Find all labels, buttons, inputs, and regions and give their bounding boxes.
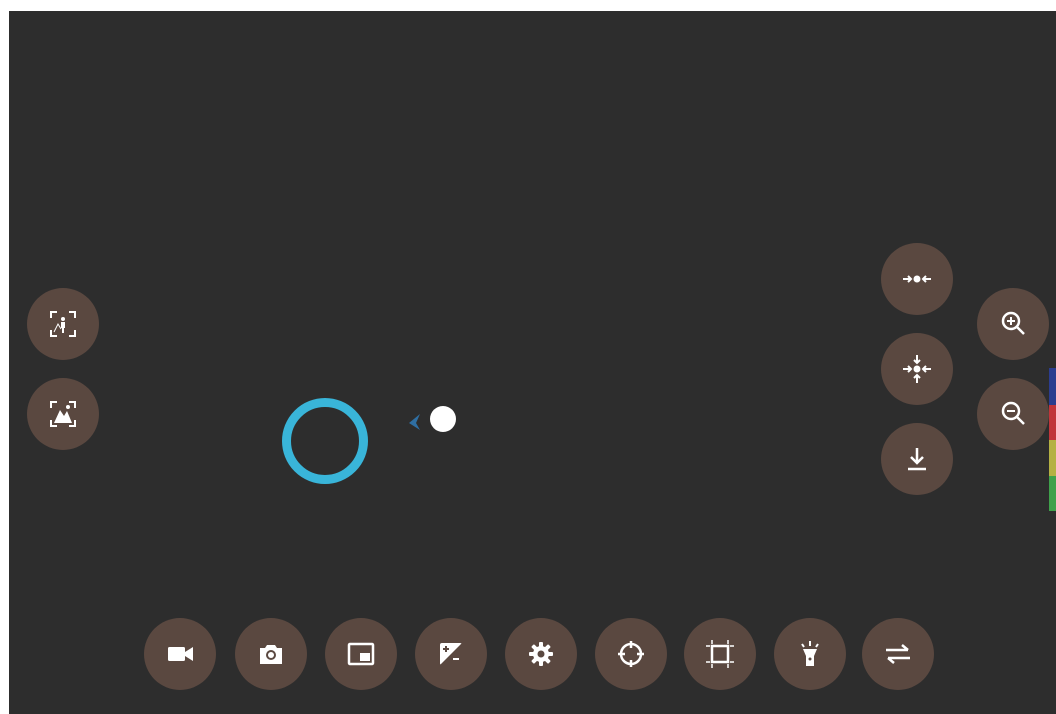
focus-all-button[interactable] bbox=[881, 333, 953, 405]
crop-frame-icon bbox=[706, 640, 734, 668]
focus-center-icon bbox=[903, 275, 931, 283]
settings-gear-icon bbox=[529, 642, 553, 666]
focus-center-button[interactable] bbox=[881, 243, 953, 315]
download-icon bbox=[908, 448, 926, 471]
swap-arrows-icon bbox=[886, 644, 910, 664]
video-camera-icon bbox=[168, 647, 193, 661]
color-strip-green bbox=[1049, 476, 1056, 511]
color-strip-yellow bbox=[1049, 440, 1056, 476]
crosshair-button[interactable] bbox=[595, 618, 667, 690]
swap-button[interactable] bbox=[862, 618, 934, 690]
color-strip-blue bbox=[1049, 368, 1056, 405]
flashlight-button[interactable] bbox=[774, 618, 846, 690]
focus-all-icon bbox=[903, 355, 931, 383]
zoom-out-icon bbox=[1001, 401, 1025, 425]
focus-ring bbox=[282, 398, 368, 484]
crosshair-icon bbox=[618, 641, 644, 667]
landscape-mode-icon bbox=[50, 401, 76, 427]
portrait-mode-icon bbox=[50, 311, 76, 337]
target-dot[interactable] bbox=[430, 406, 456, 432]
picture-in-picture-icon bbox=[347, 642, 375, 666]
color-strip-red bbox=[1049, 405, 1056, 440]
flashlight-icon bbox=[801, 641, 819, 666]
zoom-in-button[interactable] bbox=[977, 288, 1049, 360]
portrait-mode-button[interactable] bbox=[27, 288, 99, 360]
landscape-mode-button[interactable] bbox=[27, 378, 99, 450]
exposure-button[interactable] bbox=[415, 618, 487, 690]
exposure-icon bbox=[440, 643, 462, 665]
crop-frame-button[interactable] bbox=[684, 618, 756, 690]
zoom-in-icon bbox=[1001, 311, 1025, 335]
download-button[interactable] bbox=[881, 423, 953, 495]
settings-button[interactable] bbox=[505, 618, 577, 690]
take-photo-button[interactable] bbox=[235, 618, 307, 690]
video-record-button[interactable] bbox=[144, 618, 216, 690]
camera-icon bbox=[260, 645, 282, 664]
picture-in-picture-button[interactable] bbox=[325, 618, 397, 690]
pointer-arrow-icon bbox=[409, 414, 420, 430]
zoom-out-button[interactable] bbox=[977, 378, 1049, 450]
